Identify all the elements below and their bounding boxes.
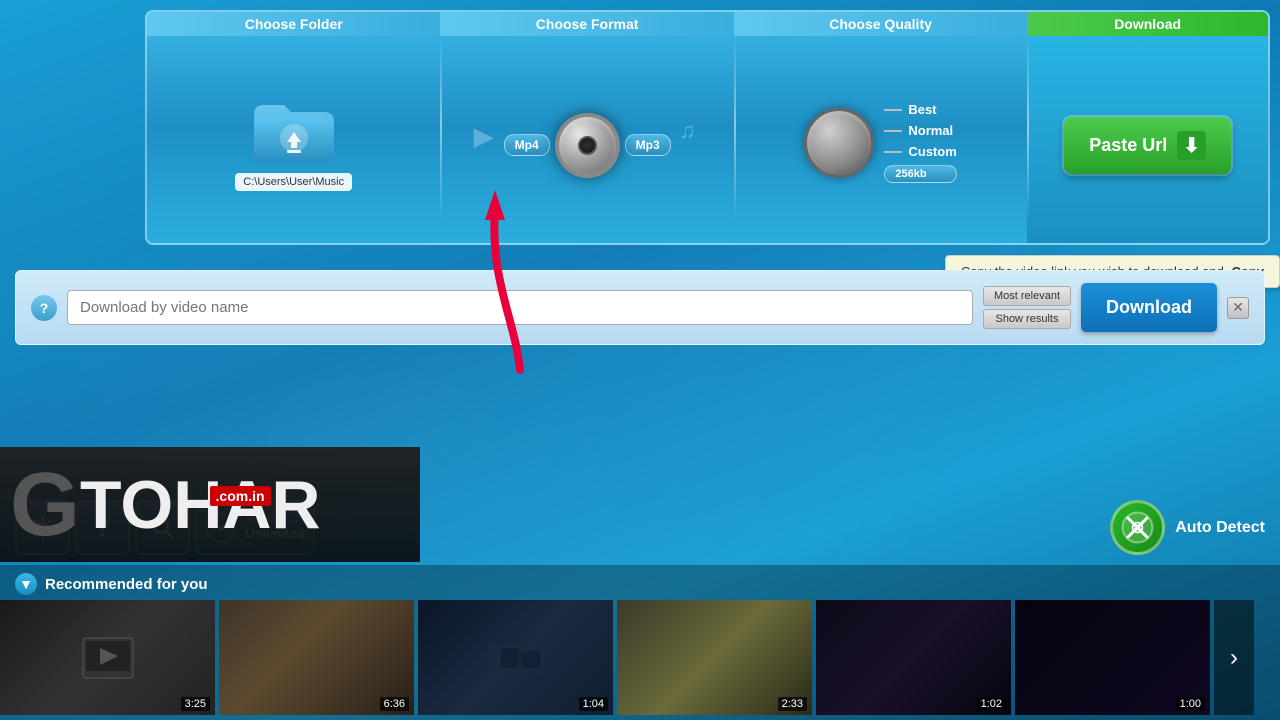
duration-3: 1:04 — [579, 697, 608, 711]
folder-path: C:\Users\User\Music — [235, 173, 352, 191]
mp3-badge[interactable]: Mp3 — [625, 134, 671, 156]
down-arrow-icon: ⬇ — [1177, 131, 1206, 160]
search-input[interactable] — [67, 290, 973, 325]
quality-header: Choose Quality — [734, 12, 1027, 36]
thumbnail-1[interactable]: 3:25 — [0, 600, 215, 715]
show-results-button[interactable]: Show results — [983, 309, 1071, 329]
search-area: ? Most relevant Show results Download ✕ — [15, 270, 1265, 345]
mp4-badge[interactable]: Mp4 — [504, 134, 550, 156]
duration-5: 1:02 — [977, 697, 1006, 711]
recommended-section: ▼ Recommended for you 3:25 6:36 — [0, 565, 1280, 720]
search-options: Most relevant Show results — [983, 286, 1071, 329]
quality-options: Best Normal Custom 256kb — [884, 102, 956, 183]
thumbnails-row: 3:25 6:36 1:04 2:33 1:02 1: — [0, 600, 1280, 715]
choose-folder-section: Choose Folder — [147, 12, 440, 243]
most-relevant-button[interactable]: Most relevant — [983, 286, 1071, 306]
download-header: Download — [1027, 12, 1268, 36]
recommended-header: ▼ Recommended for you — [0, 565, 1280, 600]
quality-bitrate[interactable]: 256kb — [884, 165, 956, 183]
folder-header: Choose Folder — [147, 12, 440, 36]
format-header: Choose Format — [440, 12, 733, 36]
watermark-logo: G TOHAR .com.in — [0, 447, 420, 562]
duration-4: 2:33 — [778, 697, 807, 711]
next-thumbnails-button[interactable]: › — [1214, 600, 1254, 715]
choose-quality-section: Choose Quality Best Normal Custom 256kb — [734, 12, 1027, 243]
quality-custom[interactable]: Custom — [884, 144, 956, 159]
auto-detect-label: Auto Detect — [1175, 519, 1265, 537]
duration-1: 3:25 — [181, 697, 210, 711]
help-button[interactable]: ? — [31, 295, 57, 321]
close-button[interactable]: ✕ — [1227, 297, 1249, 319]
auto-detect-icon — [1110, 500, 1165, 555]
quality-normal[interactable]: Normal — [884, 123, 956, 138]
duration-2: 6:36 — [380, 697, 409, 711]
quality-best[interactable]: Best — [884, 102, 956, 117]
music-icon: ♫ — [679, 118, 696, 144]
paste-url-button[interactable]: Paste Url ⬇ — [1064, 117, 1231, 174]
recommended-title: Recommended for you — [45, 576, 208, 593]
download-button[interactable]: Download — [1081, 283, 1217, 332]
format-knob[interactable] — [555, 113, 620, 178]
duration-6: 1:00 — [1176, 697, 1205, 711]
thumbnail-5[interactable]: 1:02 — [816, 600, 1011, 715]
top-panel: Choose Folder — [145, 10, 1270, 245]
thumbnail-2[interactable]: 6:36 — [219, 600, 414, 715]
auto-detect-button[interactable]: Auto Detect — [1110, 500, 1265, 555]
download-section: Download Paste Url ⬇ — [1027, 12, 1268, 243]
play-icon: ▶ — [474, 121, 494, 152]
recommended-toggle[interactable]: ▼ — [15, 573, 37, 595]
folder-icon[interactable] — [249, 90, 339, 165]
thumbnail-6[interactable]: 1:00 — [1015, 600, 1210, 715]
brand-name: TOHAR — [80, 471, 321, 539]
thumbnail-3[interactable]: 1:04 — [418, 600, 613, 715]
domain-badge: .com.in — [210, 486, 271, 506]
thumbnail-4[interactable]: 2:33 — [617, 600, 812, 715]
quality-knob[interactable] — [804, 108, 874, 178]
choose-format-section: Choose Format ▶ Mp4 Mp3 ♫ — [440, 12, 733, 243]
